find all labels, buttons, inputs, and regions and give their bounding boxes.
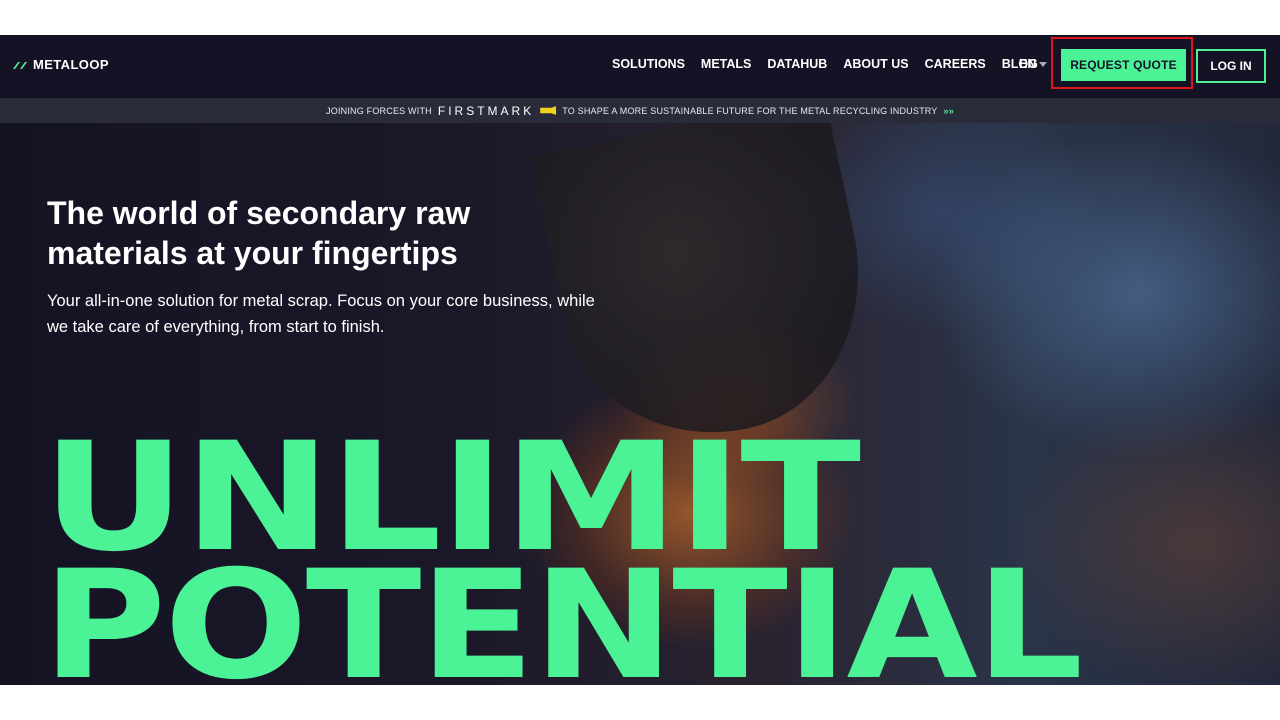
language-label: EN <box>1019 57 1037 71</box>
login-button[interactable]: LOG IN <box>1196 49 1266 83</box>
request-quote-button[interactable]: REQUEST QUOTE <box>1061 49 1186 81</box>
firstmark-flag-icon <box>540 106 557 115</box>
partner-name: FIRSTMARK <box>437 103 535 118</box>
brand-logo[interactable]: METALOOP <box>12 57 109 72</box>
brand-name: METALOOP <box>33 57 109 72</box>
nav-item-careers[interactable]: CAREERS <box>925 57 986 71</box>
main-menu: SOLUTIONS METALS DATAHUB ABOUT US CAREER… <box>612 57 1054 71</box>
page-frame: METALOOP SOLUTIONS METALS DATAHUB ABOUT … <box>0 35 1280 685</box>
top-navigation: METALOOP SOLUTIONS METALS DATAHUB ABOUT … <box>0 35 1280 98</box>
metaloop-logo-icon <box>13 61 27 69</box>
caret-down-icon <box>1039 62 1048 67</box>
announcement-banner[interactable]: JOINING FORCES WITH FIRSTMARK TO SHAPE A… <box>0 98 1280 123</box>
hero-subtitle: Your all-in-one solution for metal scrap… <box>47 292 595 336</box>
banner-arrows-icon: »» <box>943 105 954 116</box>
hero-section: The world of secondary raw materials at … <box>0 123 1280 685</box>
nav-item-about-us[interactable]: ABOUT US <box>843 57 908 71</box>
banner-prefix: JOINING FORCES WITH <box>326 105 432 116</box>
nav-item-datahub[interactable]: DATAHUB <box>767 57 827 71</box>
banner-text: TO SHAPE A MORE SUSTAINABLE FUTURE FOR T… <box>562 105 938 116</box>
nav-item-metals[interactable]: METALS <box>701 57 751 71</box>
language-selector[interactable]: EN <box>1019 57 1048 71</box>
hero-headline-line2: POTENTIAL <box>42 539 1083 685</box>
nav-item-solutions[interactable]: SOLUTIONS <box>612 57 685 71</box>
hero-title: The world of secondary raw materials at … <box>47 195 471 271</box>
